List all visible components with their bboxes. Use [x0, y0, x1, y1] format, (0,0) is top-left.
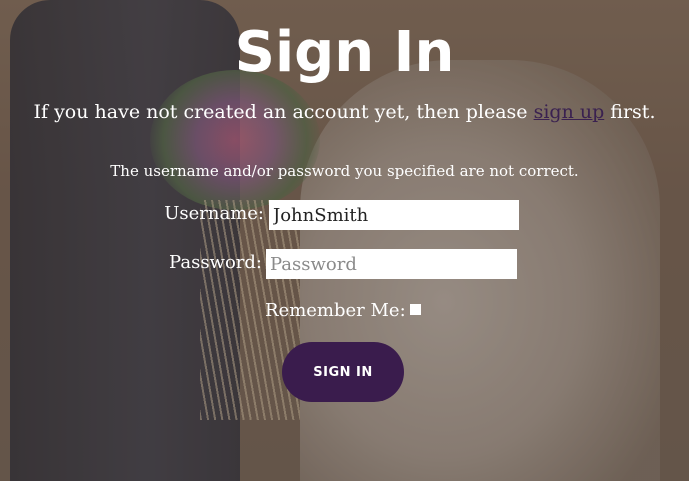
remember-me-label: Remember Me:	[265, 300, 406, 321]
sign-in-button[interactable]: SIGN IN	[282, 342, 404, 402]
signup-prompt-prefix: If you have not created an account yet, …	[33, 101, 528, 123]
password-input[interactable]	[266, 249, 517, 279]
signup-prompt: If you have not created an account yet, …	[0, 98, 689, 126]
signup-link[interactable]: sign up	[534, 101, 605, 123]
remember-me-row: Remember Me:	[265, 300, 421, 322]
username-label: Username:	[164, 203, 264, 224]
username-input[interactable]	[269, 200, 519, 230]
page-title: Sign In	[234, 20, 455, 85]
signup-prompt-suffix: first.	[610, 101, 656, 123]
error-message: The username and/or password you specifi…	[110, 162, 579, 180]
password-label: Password:	[169, 252, 262, 273]
remember-me-checkbox[interactable]	[409, 303, 421, 315]
signin-panel: Sign In If you have not created an accou…	[0, 0, 689, 481]
